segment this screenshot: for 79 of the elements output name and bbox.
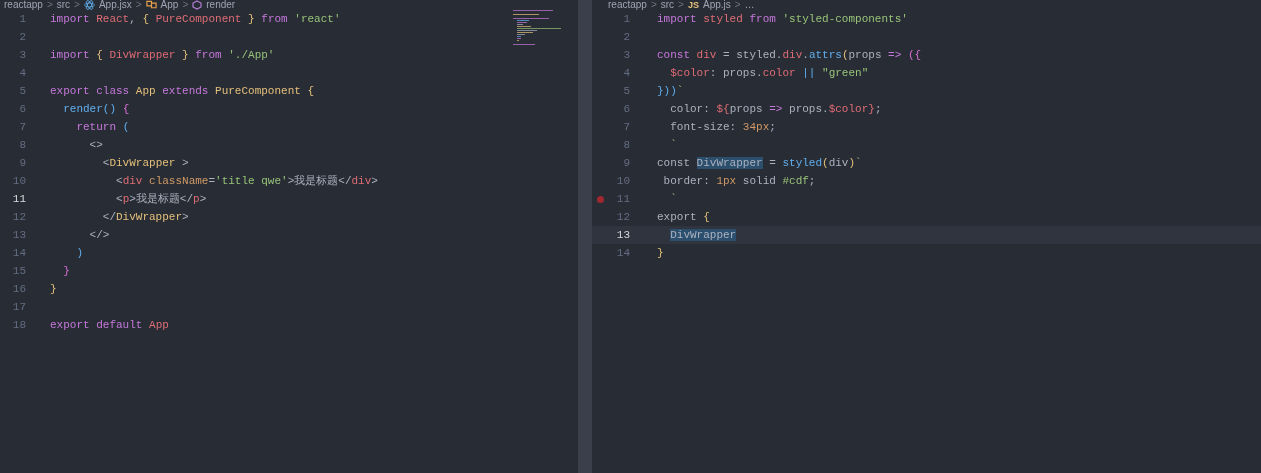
code-line: color: ${props => props.$color};	[669, 101, 882, 117]
code-line: const div = styled.div.attrs(props => ({	[657, 47, 922, 63]
line-number: 8	[623, 137, 630, 153]
code-line: `	[669, 191, 677, 207]
code-line: border: 1px solid #cdf;	[662, 173, 816, 189]
line-number: 1	[623, 11, 630, 27]
cube-icon	[192, 0, 203, 10]
breadcrumb-separator: >	[678, 0, 684, 10]
line-number: 9	[19, 155, 26, 171]
atom-icon	[83, 0, 95, 10]
code-line: `	[669, 137, 677, 153]
line-number: 5	[19, 83, 26, 99]
breadcrumb-separator: >	[650, 0, 657, 10]
code-line: <DivWrapper >	[101, 155, 189, 171]
line-number: 18	[12, 317, 26, 333]
breadcrumb-item[interactable]: App.js	[702, 0, 731, 10]
code-line: export default App	[50, 317, 169, 333]
line-number: 2	[19, 29, 26, 45]
code-line: render() {	[62, 101, 130, 117]
line-number: 7	[19, 119, 26, 135]
line-number: 1	[19, 11, 26, 27]
code-line: export class App extends PureComponent {	[50, 83, 315, 99]
line-number: 6	[19, 101, 26, 117]
code-line: }	[50, 281, 57, 297]
code-line: <p>我是标题</p>	[115, 191, 207, 207]
line-number: 9	[623, 155, 630, 171]
code-line: import styled from 'styled-components'	[657, 11, 908, 27]
class-icon	[145, 0, 157, 10]
line-number: 2	[623, 29, 630, 45]
breadcrumb-item[interactable]: render	[206, 0, 236, 10]
line-number: 8	[19, 137, 26, 153]
code-line: </DivWrapper>	[101, 209, 189, 225]
breadcrumb-separator: >	[182, 0, 189, 10]
breadcrumb-item[interactable]: src	[660, 0, 675, 10]
code-line: import { DivWrapper } from './App'	[50, 47, 275, 63]
code-line: return (	[75, 119, 130, 135]
breadcrumb-item[interactable]: reactapp	[608, 0, 647, 10]
code-line: $color: props.color || "green"	[669, 65, 869, 81]
line-number: 6	[623, 101, 630, 117]
breadcrumb-separator: >	[46, 0, 53, 10]
code-line: </>	[88, 227, 110, 243]
line-number: 7	[623, 119, 630, 135]
code-line: }))`	[657, 83, 684, 99]
code-line: }	[657, 245, 664, 261]
code-line: export {	[657, 209, 710, 225]
breadcrumb-item[interactable]: …	[744, 0, 755, 10]
line-number: 4	[623, 65, 630, 81]
line-number: 12	[616, 209, 630, 225]
code-line: const DivWrapper = styled(div)`	[657, 155, 862, 171]
breadcrumb-separator: >	[74, 0, 80, 10]
line-number: 10	[616, 173, 630, 189]
line-number: 13	[616, 227, 630, 243]
line-number: 10	[12, 173, 26, 189]
breadcrumb-item[interactable]: src	[56, 0, 71, 10]
line-number: 17	[12, 299, 26, 315]
line-number: 3	[19, 47, 26, 63]
line-number: 16	[12, 281, 26, 297]
line-number: 14	[12, 245, 26, 261]
breadcrumb-item[interactable]: reactapp	[4, 0, 43, 10]
breadcrumb-separator: >	[135, 0, 142, 10]
line-number: 12	[12, 209, 26, 225]
line-number: 14	[616, 245, 630, 261]
breadcrumb-separator: >	[734, 0, 741, 10]
breadcrumb-item[interactable]: App.jsx	[98, 0, 132, 10]
js-icon: JS	[687, 0, 699, 10]
line-number: 11	[616, 191, 630, 207]
line-number: 5	[623, 83, 630, 99]
line-number: 13	[12, 227, 26, 243]
code-line: font-size: 34px;	[669, 119, 776, 135]
line-number: 11	[12, 191, 26, 207]
code-line: <>	[88, 137, 103, 153]
code-line: )	[75, 245, 83, 261]
line-number: 3	[623, 47, 630, 63]
line-number: 4	[19, 65, 26, 81]
code-line: import React, { PureComponent } from 'react'	[50, 11, 341, 27]
code-line: <div className='title qwe'>我是标题</div>	[115, 173, 378, 189]
breadcrumb-item[interactable]: App	[160, 0, 179, 10]
code-line: }	[62, 263, 70, 279]
line-number: 15	[12, 263, 26, 279]
